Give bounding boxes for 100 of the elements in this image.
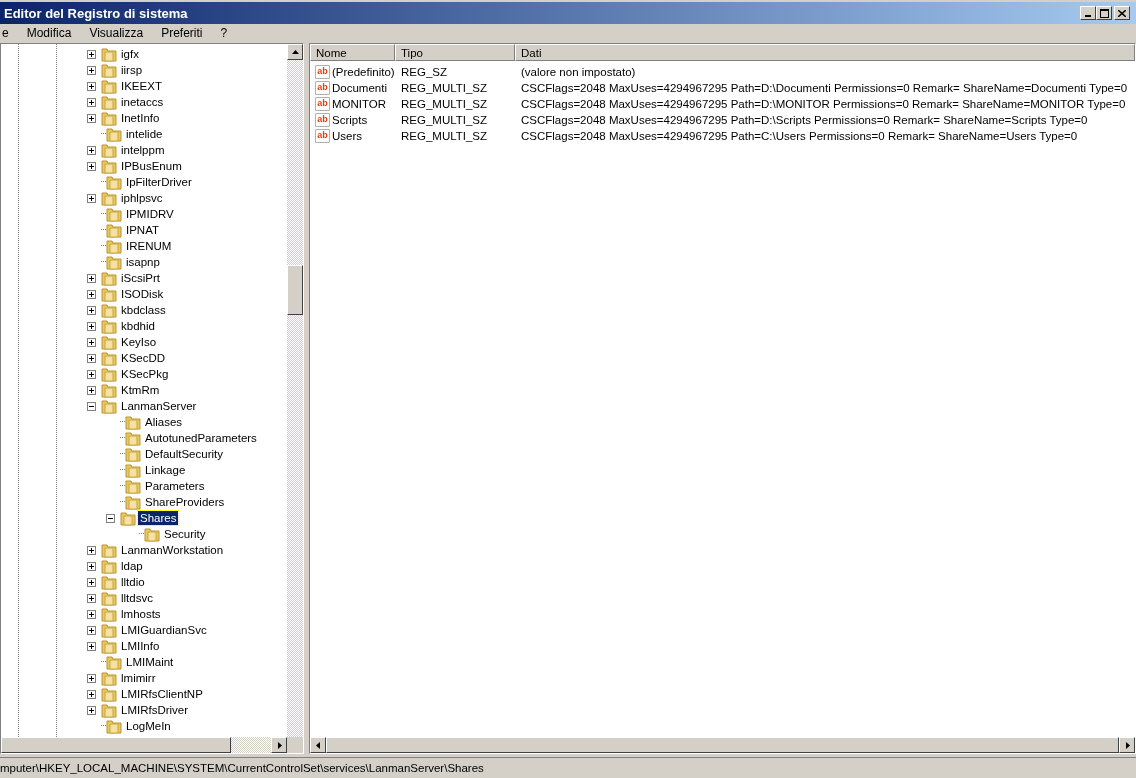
tree-item[interactable]: ISODisk [119,287,166,301]
vertical-scrollbar[interactable] [287,44,304,737]
collapse-button[interactable] [106,513,115,523]
tree-item[interactable]: lltdsvc [119,591,155,605]
tree-item[interactable]: lltdio [119,575,147,589]
horizontal-scrollbar[interactable] [1,737,304,753]
tree-item[interactable]: iScsiPrt [119,271,162,285]
expand-button[interactable] [87,593,96,603]
menu-item[interactable]: Modifica [24,26,74,40]
tree-item[interactable]: LMIRfsDriver [119,703,191,717]
tree-item[interactable]: KSecDD [119,351,168,365]
expand-button[interactable] [87,705,96,715]
tree-item[interactable]: LMIInfo [119,639,162,653]
expand-button[interactable] [87,385,96,395]
tree-item[interactable]: Aliases [143,415,185,429]
expand-button[interactable] [87,353,96,363]
expand-button[interactable] [87,289,96,299]
tree-item[interactable]: IPNAT [124,223,161,237]
tree-item[interactable]: inetaccs [119,95,166,109]
minimize-button[interactable] [1080,6,1096,20]
tree-item[interactable]: IKEEXT [119,79,164,93]
maximize-button[interactable] [1096,6,1112,20]
menu-item[interactable]: ? [218,26,230,40]
tree-item[interactable]: LMIMaint [124,655,176,669]
tree-item[interactable]: isapnp [124,255,162,269]
expand-button[interactable] [87,273,96,283]
tree-item[interactable]: kbdclass [119,303,168,317]
folder-icon [101,350,117,366]
tree-item[interactable]: IRENUM [124,239,174,253]
tree-item[interactable]: kbdhid [119,319,157,333]
expand-button[interactable] [87,689,96,699]
expand-button[interactable] [87,305,96,315]
expand-button[interactable] [87,97,96,107]
tree-item[interactable]: KeyIso [119,335,159,349]
expand-button[interactable] [87,145,96,155]
tree-item[interactable]: IPBusEnum [119,159,184,173]
expand-button[interactable] [87,161,96,171]
tree-item[interactable]: igfx [119,47,141,61]
tree-item[interactable]: iphlpsvc [119,191,165,205]
menu-item[interactable]: e [0,26,11,40]
tree-item[interactable]: LMIRfsClientNP [119,687,205,701]
folder-icon [101,286,117,302]
plus-icon [89,51,94,57]
expand-button[interactable] [87,609,96,619]
column-header[interactable]: Nome [310,44,395,61]
scrollbar-thumb[interactable] [1,737,231,753]
tree-item[interactable]: LMIGuardianSvc [119,623,209,637]
tree-item[interactable]: KSecPkg [119,367,171,381]
value-name[interactable]: Users [332,130,363,142]
value-name[interactable]: Documenti [332,82,387,94]
tree-item[interactable]: lmhosts [119,607,163,621]
tree-item[interactable]: Parameters [143,479,207,493]
plus-icon [89,387,94,393]
folder-icon [101,558,117,574]
plus-icon [89,595,94,601]
expand-button[interactable] [87,561,96,571]
expand-button[interactable] [87,577,96,587]
tree-item[interactable]: AutotunedParameters [143,431,259,445]
menu-item[interactable]: Visualizza [87,26,146,40]
tree-item[interactable]: LogMeIn [124,719,173,733]
tree-item[interactable]: LanmanWorkstation [119,543,226,557]
tree-item[interactable]: intelppm [119,143,167,157]
expand-button[interactable] [87,369,96,379]
tree-item[interactable]: Linkage [143,463,188,477]
expand-button[interactable] [87,321,96,331]
expand-button[interactable] [87,625,96,635]
tree-item[interactable]: lmimirr [119,671,158,685]
expand-button[interactable] [87,65,96,75]
tree-item[interactable]: ldap [119,559,145,573]
tree-item[interactable]: IPMIDRV [124,207,176,221]
tree-item[interactable]: Security [162,527,208,541]
tree-item[interactable]: intelide [124,127,165,141]
tree-item[interactable]: IpFilterDriver [124,175,194,189]
expand-button[interactable] [87,337,96,347]
value-name[interactable]: MONITOR [332,98,387,110]
tree-item[interactable]: ShareProviders [143,495,227,509]
column-header[interactable]: Dati [515,44,1135,61]
expand-button[interactable] [87,113,96,123]
expand-button[interactable] [87,81,96,91]
expand-button[interactable] [87,545,96,555]
tree-item[interactable]: KtmRm [119,383,162,397]
collapse-button[interactable] [87,401,96,411]
column-header[interactable]: Tipo [395,44,515,61]
expand-button[interactable] [87,641,96,651]
value-name[interactable]: (Predefinito) [332,66,395,78]
value-name[interactable]: Scripts [332,114,368,126]
expand-button[interactable] [87,49,96,59]
tree-item[interactable]: InetInfo [119,111,162,125]
expand-button[interactable] [87,673,96,683]
folder-icon [101,302,117,318]
tree-item[interactable]: iirsp [119,63,145,77]
tree-item[interactable]: DefaultSecurity [143,447,225,461]
tree-item[interactable]: LanmanServer [119,399,199,413]
scrollbar-thumb[interactable] [287,265,304,315]
folder-icon [101,270,117,286]
close-button[interactable] [1114,6,1130,20]
tree-item[interactable]: Shares [138,511,179,525]
menu-item[interactable]: Preferiti [159,26,205,40]
expand-button[interactable] [87,193,96,203]
folder-icon [101,638,117,654]
